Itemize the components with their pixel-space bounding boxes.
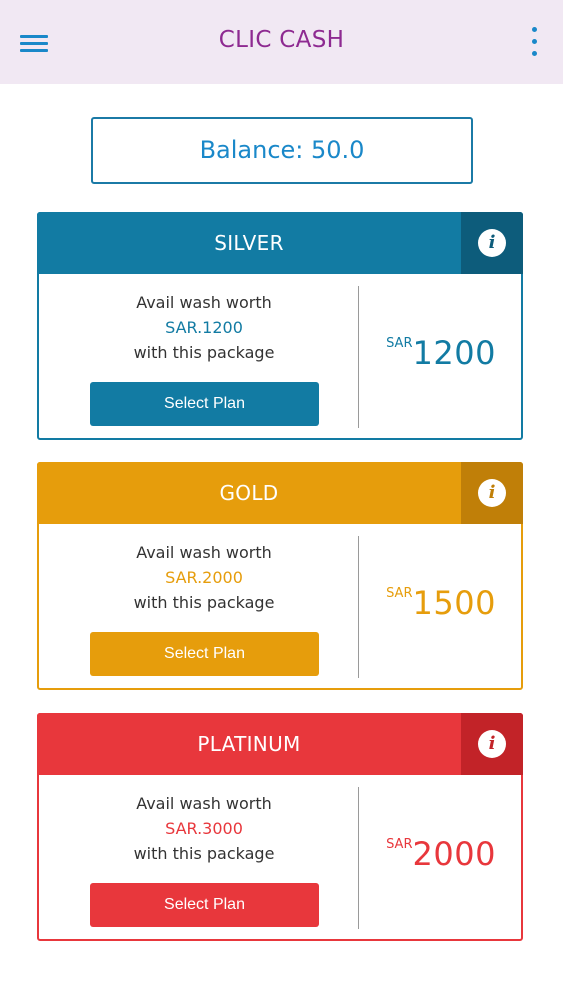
plan-card-gold: GOLD i Avail wash worth SAR.2000 with th… [37,462,523,690]
more-options-icon[interactable] [522,24,546,62]
plan-description: Avail wash worth SAR.3000 with this pack… [39,791,369,866]
app-bar: CLIC CASH [0,0,563,84]
info-icon: i [478,730,506,758]
plan-header: GOLD i [37,462,523,524]
price-amount: 1500 [412,584,496,622]
plan-desc-line1: Avail wash worth [136,794,272,813]
price-currency: SAR [386,837,413,852]
plan-desc-line1: Avail wash worth [136,293,272,312]
plan-worth: SAR.2000 [165,568,243,587]
plan-card-silver: SILVER i Avail wash worth SAR.1200 with … [37,212,523,440]
info-icon: i [478,479,506,507]
plan-description: Avail wash worth SAR.1200 with this pack… [39,290,369,365]
info-button[interactable]: i [461,462,523,524]
plan-header: PLATINUM i [37,713,523,775]
plan-desc-line1: Avail wash worth [136,543,272,562]
plan-desc-line3: with this package [133,844,275,863]
plan-price: SAR1200 [359,334,523,372]
select-plan-button[interactable]: Select Plan [90,382,319,426]
price-amount: 2000 [412,835,496,873]
info-icon: i [478,229,506,257]
plan-card-platinum: PLATINUM i Avail wash worth SAR.3000 wit… [37,713,523,941]
select-plan-button[interactable]: Select Plan [90,632,319,676]
price-currency: SAR [386,336,413,351]
balance-display: Balance: 50.0 [91,117,473,184]
select-plan-button[interactable]: Select Plan [90,883,319,927]
price-amount: 1200 [412,334,496,372]
plan-name: SILVER [214,231,284,255]
app-title: CLIC CASH [218,27,345,53]
plan-worth: SAR.3000 [165,819,243,838]
plan-name: GOLD [219,481,279,505]
info-button[interactable]: i [461,713,523,775]
info-button[interactable]: i [461,212,523,274]
plan-worth: SAR.1200 [165,318,243,337]
plan-name: PLATINUM [197,732,301,756]
plan-desc-line3: with this package [133,593,275,612]
plan-desc-line3: with this package [133,343,275,362]
plan-header: SILVER i [37,212,523,274]
price-currency: SAR [386,586,413,601]
plan-description: Avail wash worth SAR.2000 with this pack… [39,540,369,615]
plan-price: SAR1500 [359,584,523,622]
plan-price: SAR2000 [359,835,523,873]
